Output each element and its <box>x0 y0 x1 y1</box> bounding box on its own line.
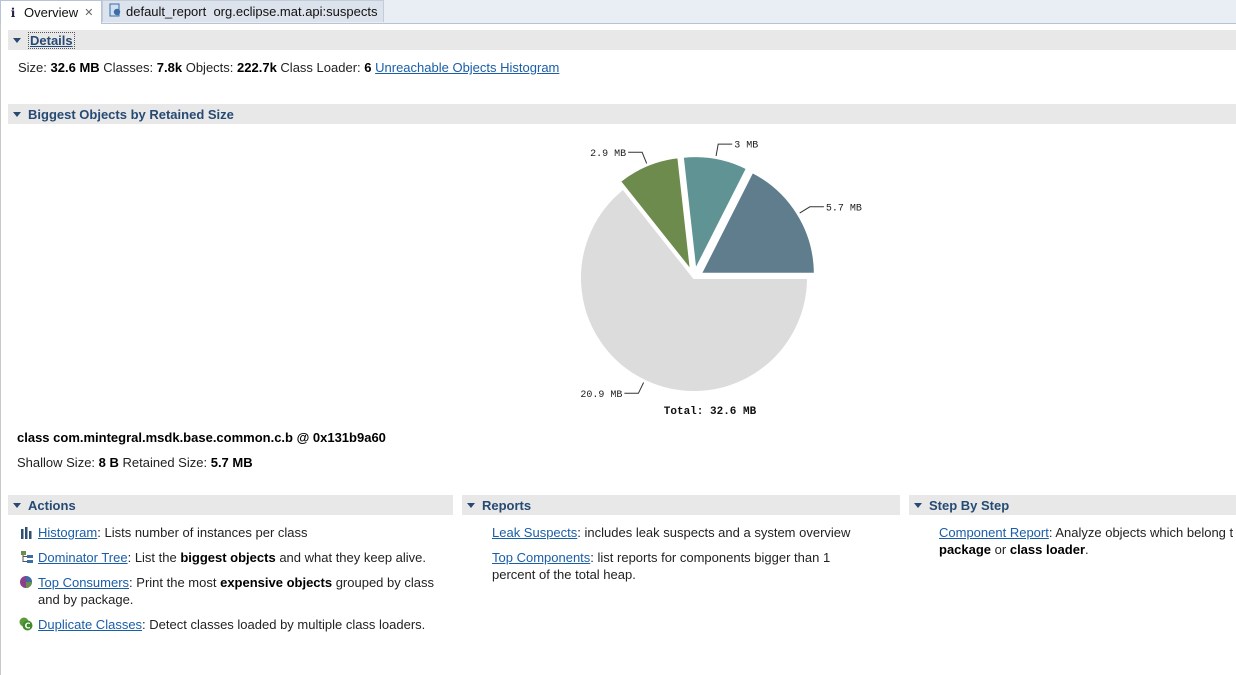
retained-size-value: 5.7 MB <box>210 455 253 470</box>
step-by-step-section-header[interactable]: Step By Step <box>909 495 1236 515</box>
tab-default-report[interactable]: default_report org.eclipse.mat.api:suspe… <box>102 0 384 22</box>
pie-total-label: Total: 32.6 MB <box>664 406 757 418</box>
histogram-icon <box>21 527 32 539</box>
leak-suspects-description: : includes leak suspects and a system ov… <box>577 525 851 540</box>
top-components-text-2: percent of the total heap. <box>492 567 636 582</box>
pie-leader-line <box>624 382 645 394</box>
pie-slice-label: 20.9 MB <box>580 390 622 401</box>
collapse-triangle-icon[interactable] <box>13 502 21 508</box>
collapse-triangle-icon[interactable] <box>914 502 922 508</box>
collapse-triangle-icon[interactable] <box>467 502 475 508</box>
duplicate-classes-icon: C <box>19 617 33 631</box>
details-title[interactable]: Details <box>28 31 75 49</box>
editor-tab-bar: i Overview ✕ default_report org.eclipse.… <box>0 0 1236 24</box>
collapse-triangle-icon[interactable] <box>13 111 21 117</box>
class-loader-label: Class Loader: <box>280 60 361 75</box>
report-top-components: Top Components: list reports for compone… <box>492 549 830 583</box>
step-by-step-title: Step By Step <box>929 497 1010 513</box>
biggest-objects-title: Biggest Objects by Retained Size <box>28 106 234 122</box>
pie-leader-line <box>628 151 648 164</box>
reports-title: Reports <box>482 497 532 513</box>
action-top-consumers: Top Consumers: Print the most expensive … <box>38 574 434 608</box>
pie-slice-label: 5.7 MB <box>826 203 862 214</box>
duplicate-description: : Detect classes loaded by multiple clas… <box>142 617 426 632</box>
selected-object-sizes: Shallow Size: 8 B Retained Size: 5.7 MB <box>17 455 253 470</box>
report-icon <box>108 3 122 20</box>
objects-label: Objects: <box>185 60 234 75</box>
consumers-bold: expensive objects <box>220 575 333 590</box>
class-loader-bold: class loader <box>1009 542 1085 557</box>
svg-text:C: C <box>25 622 31 631</box>
pie-slice-label: 2.9 MB <box>590 149 626 160</box>
retained-size-label: Retained Size: <box>122 455 208 470</box>
pie-slice-label: 3 MB <box>734 141 758 152</box>
close-icon[interactable]: ✕ <box>84 6 93 19</box>
dominator-text-1: : List the <box>127 550 181 565</box>
left-border <box>0 23 1 675</box>
size-label: Size: <box>18 60 47 75</box>
leak-suspects-link[interactable]: Leak Suspects <box>492 525 577 540</box>
dominator-tree-icon <box>21 551 33 563</box>
dominator-bold: biggest objects <box>180 550 276 565</box>
info-icon: i <box>10 5 16 20</box>
classes-label: Classes: <box>103 60 154 75</box>
actions-section-header[interactable]: Actions <box>8 495 453 515</box>
component-report-description: : Analyze objects which belong t <box>1048 525 1234 540</box>
pie-leader-line <box>799 206 824 214</box>
consumers-text-3: and by package. <box>38 592 134 607</box>
size-value: 32.6 MB <box>50 60 100 75</box>
class-loader-value: 6 <box>364 60 372 75</box>
or-text: or <box>991 542 1010 557</box>
period-text: . <box>1085 542 1089 557</box>
top-components-text-1: : list reports for components bigger tha… <box>590 550 831 565</box>
component-report-link[interactable]: Component Report <box>939 525 1049 540</box>
shallow-size-label: Shallow Size: <box>17 455 96 470</box>
unreachable-objects-histogram-link[interactable]: Unreachable Objects Histogram <box>375 60 559 75</box>
actions-title: Actions <box>28 497 76 513</box>
top-components-link[interactable]: Top Components <box>492 550 590 565</box>
collapse-triangle-icon[interactable] <box>13 37 21 43</box>
dominator-tree-link[interactable]: Dominator Tree <box>38 550 128 565</box>
biggest-objects-section-header[interactable]: Biggest Objects by Retained Size <box>8 104 1236 124</box>
selected-object-name: class com.mintegral.msdk.base.common.c.b… <box>17 430 386 445</box>
report-leak-suspects: Leak Suspects: includes leak suspects an… <box>492 524 850 541</box>
tab-overview[interactable]: i Overview ✕ <box>0 0 102 24</box>
package-bold: package <box>939 542 992 557</box>
heap-stats: Size: 32.6 MB Classes: 7.8k Objects: 222… <box>18 60 559 75</box>
tab-default-report-label: default_report org.eclipse.mat.api:suspe… <box>126 4 378 19</box>
objects-value: 222.7k <box>237 60 277 75</box>
details-section-header[interactable]: Details <box>8 30 1236 50</box>
consumers-text-1: : Print the most <box>129 575 221 590</box>
top-consumers-icon <box>20 576 32 588</box>
retained-size-pie-chart: 5.7 MB 3 MB 2.9 MB 20.9 MB Total: 32.6 MB <box>540 128 900 428</box>
dominator-text-2: and what they keep alive. <box>275 550 427 565</box>
tab-overview-label: Overview <box>24 5 79 20</box>
reports-section-header[interactable]: Reports <box>462 495 900 515</box>
classes-value: 7.8k <box>156 60 183 75</box>
histogram-description: : Lists number of instances per class <box>97 525 308 540</box>
top-consumers-link[interactable]: Top Consumers <box>38 575 129 590</box>
action-dominator-tree: Dominator Tree: List the biggest objects… <box>38 549 426 566</box>
step-component-report: Component Report: Analyze objects which … <box>939 524 1236 558</box>
consumers-text-2: grouped by class <box>332 575 434 590</box>
histogram-link[interactable]: Histogram <box>38 525 97 540</box>
shallow-size-value: 8 B <box>98 455 119 470</box>
action-histogram: Histogram: Lists number of instances per… <box>38 524 308 541</box>
action-duplicate-classes: Duplicate Classes: Detect classes loaded… <box>38 616 425 633</box>
pie-leader-line <box>715 143 733 157</box>
duplicate-classes-link[interactable]: Duplicate Classes <box>38 617 142 632</box>
